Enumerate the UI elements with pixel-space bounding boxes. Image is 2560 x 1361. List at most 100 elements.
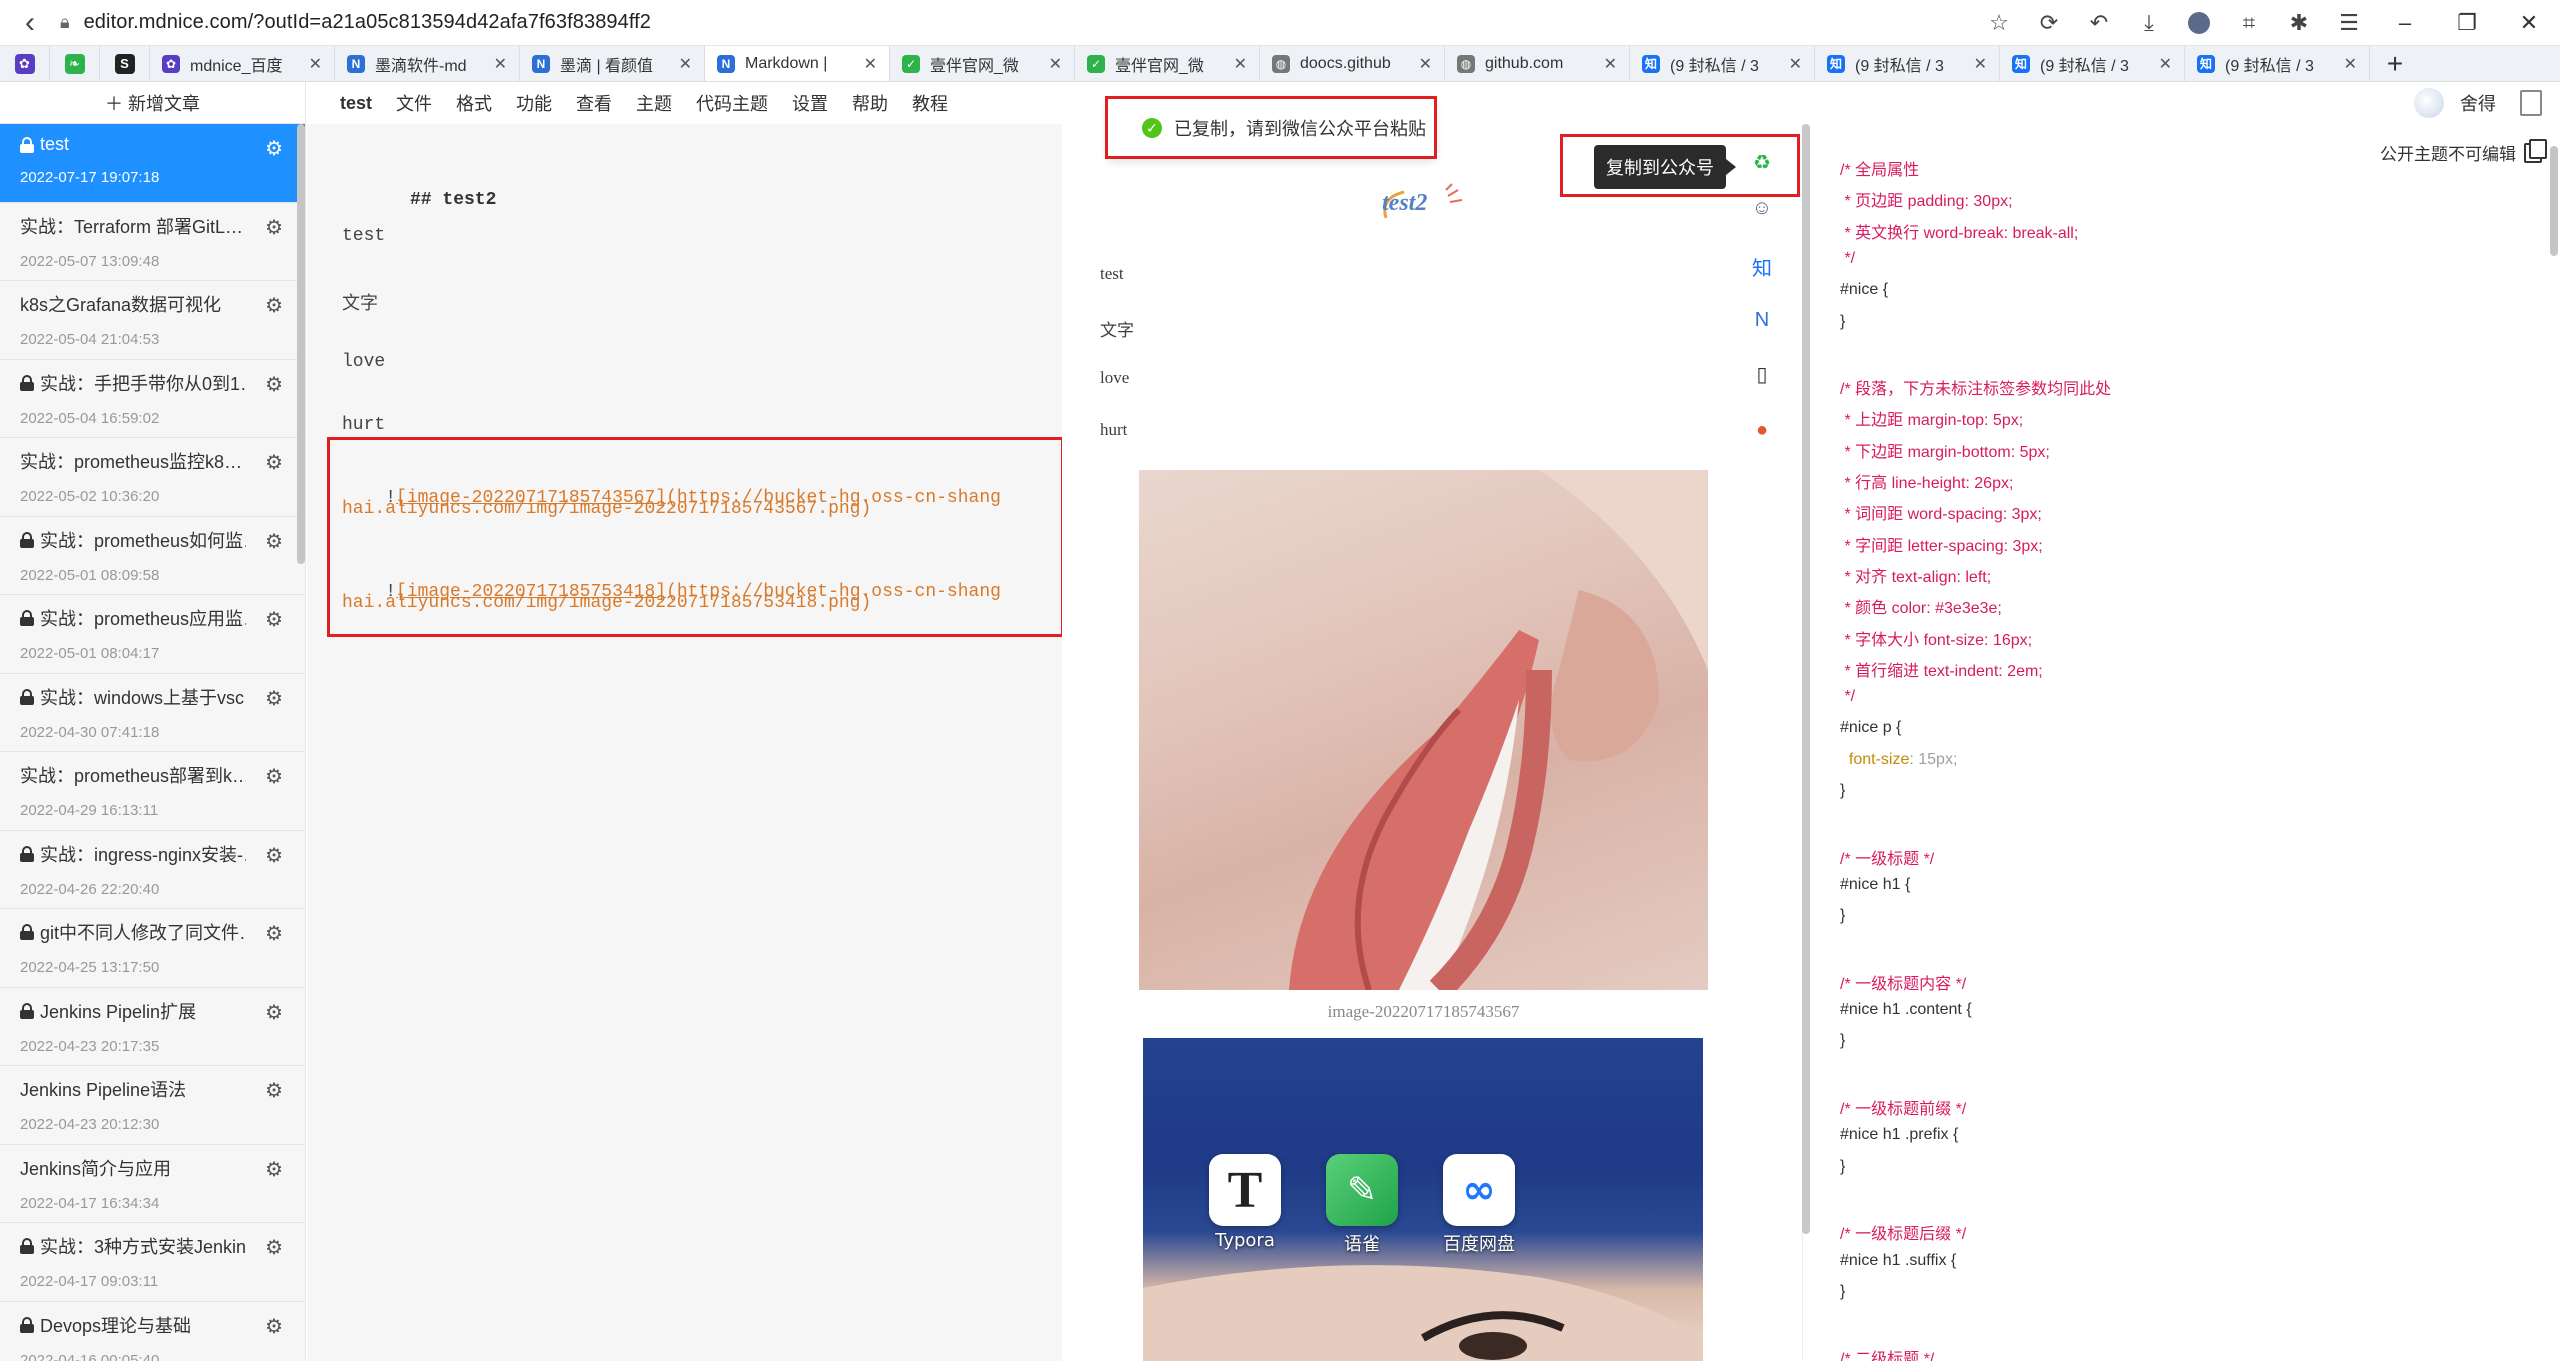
gear-icon[interactable]: ⚙ [265, 529, 283, 554]
article-item[interactable]: git中不同人修改了同文件… 2022-04-25 13:17:50 ⚙ [0, 909, 305, 988]
gear-icon[interactable]: ⚙ [265, 136, 283, 161]
gear-icon[interactable]: ⚙ [265, 764, 283, 789]
copy-icon[interactable] [2524, 138, 2547, 163]
gear-icon[interactable]: ⚙ [265, 607, 283, 632]
browser-tab[interactable]: ✓ 壹伴官网_微 ✕ [1075, 46, 1260, 81]
gear-icon[interactable]: ⚙ [265, 843, 283, 868]
pinned-tab[interactable]: ✿ [0, 46, 50, 81]
close-tab-icon[interactable]: ✕ [2344, 54, 2357, 74]
browser-tab[interactable]: ✓ 壹伴官网_微 ✕ [890, 46, 1075, 81]
extensions-icon[interactable]: ✱ [2274, 0, 2324, 46]
article-item[interactable]: k8s之Grafana数据可视化 2022-05-04 21:04:53 ⚙ [0, 281, 305, 360]
new-article-button[interactable]: ＋ 新增文章 [0, 82, 305, 124]
md-text-line[interactable]: 文字 [342, 289, 378, 315]
browser-tab[interactable]: 知 (9 封私信 / 3 ✕ [2185, 46, 2370, 81]
article-item[interactable]: 实战：3种方式安装Jenkin… 2022-04-17 09:03:11 ⚙ [0, 1223, 305, 1302]
user-avatar[interactable] [2414, 88, 2444, 118]
close-tab-icon[interactable]: ✕ [1234, 54, 1247, 74]
preview-image-lips[interactable] [1139, 470, 1708, 990]
pane-scrollbar[interactable] [1802, 124, 1810, 1234]
close-tab-icon[interactable]: ✕ [679, 54, 692, 74]
address-bar[interactable]: editor.mdnice.com/?outId=a21a05c813594d4… [84, 11, 1974, 34]
close-tab-icon[interactable]: ✕ [494, 54, 507, 74]
gear-icon[interactable]: ⚙ [265, 293, 283, 318]
browser-tab[interactable]: ◍ github.com ✕ [1445, 46, 1630, 81]
gear-icon[interactable]: ⚙ [265, 1078, 283, 1103]
browser-tab[interactable]: N 墨滴软件-md ✕ [335, 46, 520, 81]
article-item[interactable]: test 2022-07-17 19:07:18 ⚙ [0, 124, 305, 203]
md-heading[interactable]: ## test2 [410, 190, 496, 210]
article-item[interactable]: Jenkins Pipeline语法 2022-04-23 20:12:30 ⚙ [0, 1066, 305, 1145]
gear-icon[interactable]: ⚙ [265, 1314, 283, 1339]
gear-icon[interactable]: ⚙ [265, 372, 283, 397]
menu-item[interactable]: 设置 [792, 90, 828, 116]
article-item[interactable]: 实战：prometheus部署到k… 2022-04-29 16:13:11 ⚙ [0, 752, 305, 831]
pinned-tab[interactable]: S [100, 46, 150, 81]
md-text-line[interactable]: hurt [342, 415, 385, 435]
browser-tab[interactable]: 知 (9 封私信 / 3 ✕ [1815, 46, 2000, 81]
theme-icon[interactable]: ● [1740, 408, 1784, 452]
user-name[interactable]: 舍得 [2460, 90, 2496, 116]
article-item[interactable]: 实战：手把手带你从0到1… 2022-05-04 16:59:02 ⚙ [0, 360, 305, 438]
article-item[interactable]: 实战：prometheus应用监… 2022-05-01 08:04:17 ⚙ [0, 595, 305, 674]
minimize-button[interactable]: – [2374, 0, 2436, 46]
close-tab-icon[interactable]: ✕ [1419, 54, 1432, 74]
menu-item[interactable]: 格式 [456, 90, 492, 116]
article-item[interactable]: Jenkins Pipelin扩展 2022-04-23 20:17:35 ⚙ [0, 988, 305, 1066]
preview-image-desktop[interactable]: T Typora ✎ 语雀 ∞ 百度网盘 [1143, 1038, 1703, 1361]
browser-tab[interactable]: 知 (9 封私信 / 3 ✕ [2000, 46, 2185, 81]
gear-icon[interactable]: ⚙ [265, 450, 283, 475]
zhihu-icon[interactable]: 知 [1740, 244, 1784, 288]
browser-tab[interactable]: ◍ doocs.github ✕ [1260, 46, 1445, 81]
document-icon[interactable] [2520, 90, 2542, 116]
menu-item[interactable]: 代码主题 [696, 90, 768, 116]
css-scrollbar[interactable] [2550, 146, 2558, 256]
restore-button[interactable]: ❐ [2436, 0, 2498, 46]
star-icon[interactable]: ☆ [1974, 0, 2024, 46]
back-icon[interactable]: ‹ [0, 0, 60, 46]
gear-icon[interactable]: ⚙ [265, 215, 283, 240]
download-icon[interactable]: ⤓ [2124, 0, 2174, 46]
menu-item[interactable]: 功能 [516, 90, 552, 116]
article-item[interactable]: Jenkins简介与应用 2022-04-17 16:34:34 ⚙ [0, 1145, 305, 1223]
markdown-editor[interactable] [307, 124, 1062, 1361]
css-editor[interactable] [1802, 124, 2560, 1361]
close-tab-icon[interactable]: ✕ [2159, 54, 2172, 74]
lock-icon[interactable]: 🔒︎ [60, 12, 70, 33]
browser-tab[interactable]: N 墨滴 | 看颜值 ✕ [520, 46, 705, 81]
profile-icon[interactable] [2174, 0, 2224, 46]
close-window-button[interactable]: ✕ [2498, 0, 2560, 46]
close-tab-icon[interactable]: ✕ [1049, 54, 1062, 74]
crop-icon[interactable]: ⌗ [2224, 0, 2274, 46]
close-tab-icon[interactable]: ✕ [309, 54, 322, 74]
mobile-icon[interactable]: ▯ [1740, 352, 1784, 396]
close-tab-icon[interactable]: ✕ [1974, 54, 1987, 74]
md-text-line[interactable]: love [342, 352, 385, 372]
sidebar-scrollbar[interactable] [297, 124, 305, 564]
refresh-icon[interactable]: ⟳ [2024, 0, 2074, 46]
gear-icon[interactable]: ⚙ [265, 921, 283, 946]
menu-item[interactable]: 帮助 [852, 90, 888, 116]
browser-tab[interactable]: N Markdown | ✕ [705, 46, 890, 81]
browser-tab[interactable]: ✿ mdnice_百度 ✕ [150, 46, 335, 81]
menu-icon[interactable]: ☰ [2324, 0, 2374, 46]
article-item[interactable]: 实战：prometheus监控k8… 2022-05-02 10:36:20 ⚙ [0, 438, 305, 517]
article-item[interactable]: 实战：ingress-nginx安装-… 2022-04-26 22:20:40 ⚙ [0, 831, 305, 909]
browser-tab[interactable]: 知 (9 封私信 / 3 ✕ [1630, 46, 1815, 81]
menu-item[interactable]: 主题 [636, 90, 672, 116]
close-tab-icon[interactable]: ✕ [1789, 54, 1802, 74]
article-item[interactable]: 实战：prometheus如何监… 2022-05-01 08:09:58 ⚙ [0, 517, 305, 595]
article-item[interactable]: 实战：windows上基于vsc… 2022-04-30 07:41:18 ⚙ [0, 674, 305, 752]
undo-icon[interactable]: ↶ [2074, 0, 2124, 46]
new-tab-button[interactable]: + [2370, 46, 2420, 81]
gear-icon[interactable]: ⚙ [265, 1000, 283, 1025]
close-tab-icon[interactable]: ✕ [1604, 54, 1617, 74]
article-item[interactable]: Devops理论与基础 2022-04-16 00:05:40 ⚙ [0, 1302, 305, 1361]
gear-icon[interactable]: ⚙ [265, 686, 283, 711]
close-tab-icon[interactable]: ✕ [864, 54, 877, 74]
menu-item[interactable]: 查看 [576, 90, 612, 116]
menu-item[interactable]: 文件 [396, 90, 432, 116]
doc-name[interactable]: test [340, 93, 372, 114]
pinned-tab[interactable]: ❧ [50, 46, 100, 81]
gear-icon[interactable]: ⚙ [265, 1235, 283, 1260]
